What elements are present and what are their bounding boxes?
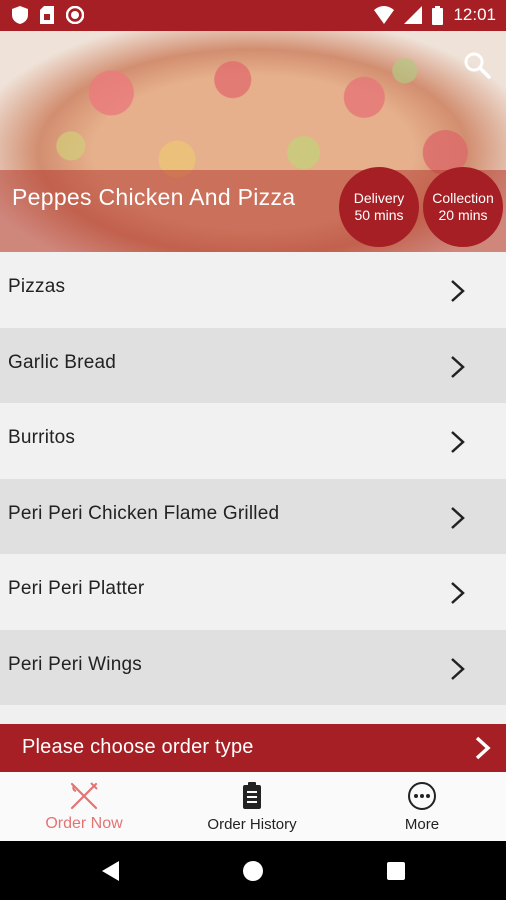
home-icon[interactable] — [242, 860, 264, 882]
chevron-right-icon — [451, 355, 465, 378]
status-bar: 12:01 — [0, 0, 506, 31]
status-icons-left — [12, 6, 84, 24]
nav-more-label: More — [404, 816, 440, 833]
fork-knife-icon — [70, 782, 98, 810]
menu-category-label: Peri Peri Platter — [8, 578, 145, 599]
nav-order-now-label: Order Now — [45, 815, 123, 832]
collection-label: Collection — [432, 190, 494, 206]
order-type-prompt: Please choose order type — [22, 736, 254, 758]
menu-category-garlic-bread[interactable]: Garlic Bread — [0, 327, 506, 403]
menu-category-label: Peri Peri Chicken Flame Grilled — [8, 502, 280, 524]
menu-category-label: Burritos — [8, 427, 76, 448]
clipboard-icon — [243, 782, 261, 809]
menu-category-pizzas[interactable]: Pizzas — [0, 252, 506, 328]
chevron-right-icon — [475, 736, 491, 760]
status-icons-right: 12:01 — [374, 5, 496, 25]
signal-icon — [404, 6, 423, 24]
restaurant-hero: Peppes Chicken And Pizza Delivery 50 min… — [0, 31, 506, 252]
collection-time: 20 mins — [438, 207, 488, 223]
menu-category-peri-peri-chicken[interactable]: Peri Peri Chicken Flame Grilled — [0, 478, 506, 554]
menu-category-burritos[interactable]: Burritos — [0, 403, 506, 479]
menu-category-list: Pizzas Garlic Bread Burritos Peri Peri C… — [0, 252, 506, 705]
restaurant-name: Peppes Chicken And Pizza — [12, 184, 296, 210]
sim-card-icon — [40, 6, 54, 24]
shield-icon — [12, 6, 28, 24]
chevron-right-icon — [451, 431, 465, 453]
chevron-right-icon — [451, 506, 465, 529]
chevron-right-icon — [451, 280, 465, 302]
recents-icon[interactable] — [385, 860, 407, 882]
nav-order-history-label: Order History — [207, 816, 297, 833]
chevron-right-icon — [451, 582, 465, 604]
more-icon — [408, 782, 436, 810]
delivery-time-badge: Delivery 50 mins — [339, 167, 419, 247]
delivery-label: Delivery — [353, 190, 405, 206]
choose-order-type-button[interactable]: Please choose order type — [0, 724, 506, 772]
menu-category-peri-peri-platter[interactable]: Peri Peri Platter — [0, 554, 506, 630]
menu-category-label: Peri Peri Wings — [8, 653, 142, 675]
nav-order-history[interactable]: Order History — [168, 772, 336, 841]
nav-order-now[interactable]: Order Now — [0, 772, 168, 841]
search-icon[interactable] — [462, 50, 492, 80]
wifi-icon — [374, 6, 395, 24]
menu-category-label: Pizzas — [8, 276, 66, 297]
clock: 12:01 — [453, 5, 496, 24]
back-icon[interactable] — [100, 860, 122, 882]
nav-more[interactable]: More — [338, 772, 506, 841]
collection-time-badge: Collection 20 mins — [423, 167, 503, 247]
menu-category-peri-peri-wings[interactable]: Peri Peri Wings — [0, 629, 506, 705]
record-icon — [66, 6, 84, 24]
chevron-right-icon — [451, 657, 465, 680]
menu-category-label: Garlic Bread — [8, 351, 116, 373]
battery-icon — [432, 5, 444, 25]
bottom-navigation: Order Now Order History More — [0, 772, 506, 841]
system-navigation-bar — [0, 841, 506, 900]
delivery-time: 50 mins — [354, 207, 404, 223]
